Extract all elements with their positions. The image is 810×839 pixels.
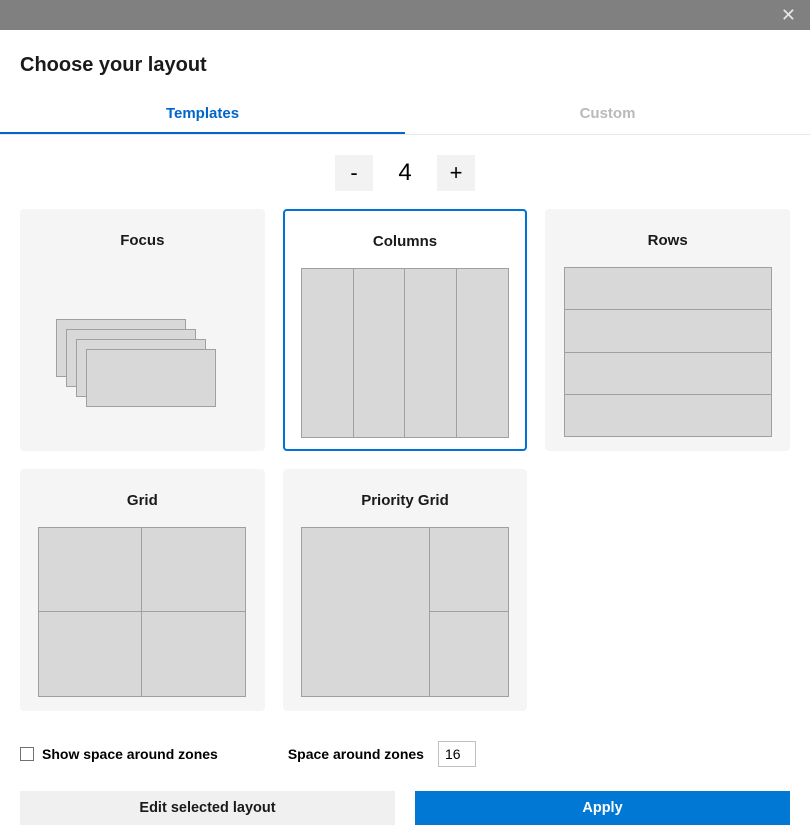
layout-title: Grid bbox=[127, 492, 158, 509]
layout-card-grid[interactable]: Grid bbox=[20, 469, 265, 711]
layout-card-columns[interactable]: Columns bbox=[283, 209, 528, 451]
space-around-label: Space around zones bbox=[288, 746, 424, 762]
grid-preview-icon bbox=[38, 527, 246, 697]
action-buttons: Edit selected layout Apply bbox=[0, 777, 810, 839]
show-space-label: Show space around zones bbox=[42, 746, 218, 762]
layout-card-priority-grid[interactable]: Priority Grid bbox=[283, 469, 528, 711]
layout-title: Columns bbox=[373, 233, 437, 250]
controls-row: Show space around zones Space around zon… bbox=[0, 711, 810, 777]
space-around-group: Space around zones bbox=[288, 741, 476, 767]
space-around-input[interactable] bbox=[438, 741, 476, 767]
columns-preview-icon bbox=[301, 268, 509, 438]
zone-count-stepper: - 4 + bbox=[0, 155, 810, 191]
show-space-checkbox-group: Show space around zones bbox=[20, 746, 218, 762]
tab-templates[interactable]: Templates bbox=[0, 95, 405, 134]
zone-count-value: 4 bbox=[383, 159, 427, 187]
layout-card-rows[interactable]: Rows bbox=[545, 209, 790, 451]
dialog-title: Choose your layout bbox=[0, 30, 810, 95]
focus-preview-icon bbox=[38, 267, 246, 437]
increment-button[interactable]: + bbox=[437, 155, 475, 191]
priority-grid-preview-icon bbox=[301, 527, 509, 697]
layout-card-focus[interactable]: Focus bbox=[20, 209, 265, 451]
tabs: Templates Custom bbox=[0, 95, 810, 135]
layout-title: Rows bbox=[648, 232, 688, 249]
decrement-button[interactable]: - bbox=[335, 155, 373, 191]
layout-templates-grid: Focus Columns Rows bbox=[20, 209, 790, 711]
close-button[interactable]: ✕ bbox=[775, 2, 802, 28]
edit-layout-button[interactable]: Edit selected layout bbox=[20, 791, 395, 825]
tab-custom[interactable]: Custom bbox=[405, 95, 810, 134]
apply-button[interactable]: Apply bbox=[415, 791, 790, 825]
rows-preview-icon bbox=[564, 267, 772, 437]
show-space-checkbox[interactable] bbox=[20, 747, 34, 761]
layout-title: Priority Grid bbox=[361, 492, 449, 509]
title-bar: ✕ bbox=[0, 0, 810, 30]
layout-title: Focus bbox=[120, 232, 164, 249]
close-icon: ✕ bbox=[781, 5, 796, 25]
